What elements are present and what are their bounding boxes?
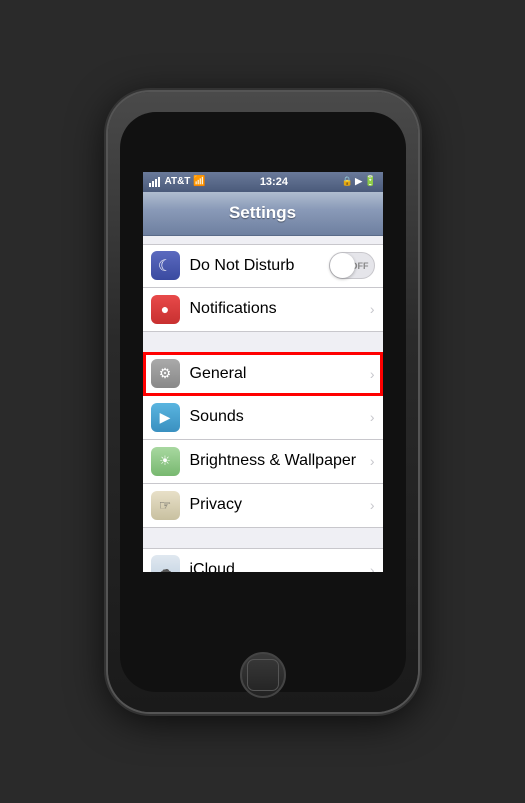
lock-icon: 🔒	[342, 176, 353, 187]
wifi-icon: 📶	[193, 176, 205, 187]
settings-section-2: ⚙ General › ▶ Sounds ›	[143, 352, 383, 528]
section-gap-3	[143, 528, 383, 548]
phone-device: AT&T 📶 13:24 🔒 ▶ 🔋 Settings	[108, 92, 418, 712]
icon-icloud: ☁	[151, 555, 180, 572]
status-bar: AT&T 📶 13:24 🔒 ▶ 🔋	[143, 172, 383, 192]
toggle-do-not-disturb[interactable]: OFF	[329, 252, 375, 279]
icon-brightness: ☀	[151, 447, 180, 476]
settings-row-icloud[interactable]: ☁ iCloud ›	[143, 548, 383, 572]
notifications-icon: ●	[161, 301, 169, 317]
toggle-switch[interactable]: OFF	[329, 252, 375, 279]
chevron-privacy: ›	[370, 497, 375, 513]
brightness-icon: ☀	[159, 453, 171, 469]
phone-screen: AT&T 📶 13:24 🔒 ▶ 🔋 Settings	[143, 172, 383, 572]
icon-do-not-disturb: ☾	[151, 251, 180, 280]
privacy-icon: ☞	[159, 497, 172, 514]
icloud-icon: ☁	[158, 561, 172, 572]
nav-title: Settings	[229, 203, 296, 223]
sounds-icon: ▶	[160, 409, 171, 426]
section-gap-1	[143, 236, 383, 244]
row-label-do-not-disturb: Do Not Disturb	[190, 257, 329, 275]
icon-privacy: ☞	[151, 491, 180, 520]
settings-row-privacy[interactable]: ☞ Privacy ›	[143, 484, 383, 528]
signal-bars	[149, 177, 160, 187]
settings-row-sounds[interactable]: ▶ Sounds ›	[143, 396, 383, 440]
settings-row-do-not-disturb[interactable]: ☾ Do Not Disturb OFF	[143, 244, 383, 288]
location-icon: ▶	[355, 176, 362, 187]
toggle-knob	[330, 253, 355, 278]
settings-section-1: ☾ Do Not Disturb OFF ●	[143, 244, 383, 332]
row-label-brightness: Brightness & Wallpaper	[190, 452, 366, 470]
home-button[interactable]	[240, 652, 286, 698]
chevron-icloud: ›	[370, 562, 375, 572]
settings-row-general[interactable]: ⚙ General ›	[143, 352, 383, 396]
chevron-general: ›	[370, 366, 375, 382]
chevron-sounds: ›	[370, 409, 375, 425]
icon-notifications: ●	[151, 295, 180, 324]
row-label-general: General	[190, 365, 366, 383]
phone-inner-frame: AT&T 📶 13:24 🔒 ▶ 🔋 Settings	[120, 112, 406, 692]
chevron-brightness: ›	[370, 453, 375, 469]
row-label-sounds: Sounds	[190, 408, 366, 426]
home-button-inner	[247, 659, 279, 691]
chevron-notifications: ›	[370, 301, 375, 317]
battery-icon: 🔋	[364, 176, 376, 187]
row-label-privacy: Privacy	[190, 496, 366, 514]
icon-general: ⚙	[151, 359, 180, 388]
carrier-name: AT&T	[165, 176, 191, 187]
settings-section-3: ☁ iCloud › ✉ Mail, Contacts, Calendars ›	[143, 548, 383, 572]
row-label-icloud: iCloud	[190, 561, 366, 572]
moon-icon: ☾	[158, 256, 172, 276]
gear-icon: ⚙	[159, 365, 172, 382]
section-gap-2	[143, 332, 383, 352]
status-right: 🔒 ▶ 🔋	[342, 176, 377, 187]
status-left: AT&T 📶	[149, 176, 206, 187]
navigation-bar: Settings	[143, 192, 383, 236]
icon-sounds: ▶	[151, 403, 180, 432]
row-label-notifications: Notifications	[190, 300, 366, 318]
status-time: 13:24	[260, 176, 288, 188]
settings-row-notifications[interactable]: ● Notifications ›	[143, 288, 383, 332]
settings-list: ☾ Do Not Disturb OFF ●	[143, 236, 383, 572]
settings-row-brightness[interactable]: ☀ Brightness & Wallpaper ›	[143, 440, 383, 484]
